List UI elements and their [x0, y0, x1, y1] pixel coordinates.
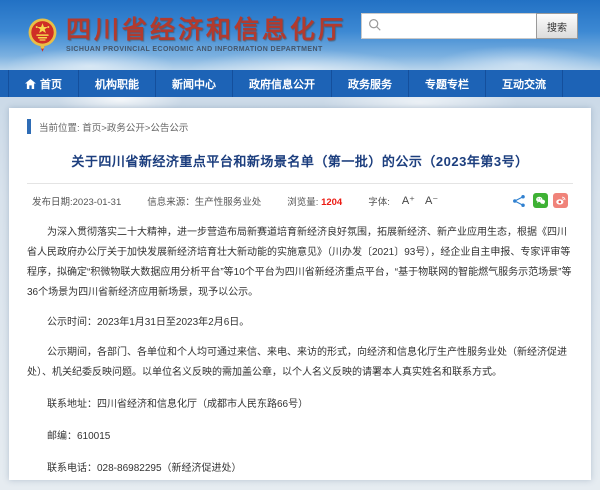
share-group: [512, 193, 568, 208]
nav-item-label: 政府信息公开: [249, 76, 315, 92]
nav-item-services[interactable]: 政务服务: [332, 70, 409, 97]
nav-item-label: 互动交流: [502, 76, 546, 92]
publish-date: 发布日期:2023-01-31: [32, 194, 121, 208]
site-search: 搜索: [361, 13, 578, 39]
nav-item-label: 新闻中心: [172, 76, 216, 92]
font-size-label: 字体:: [368, 194, 390, 208]
nav-item-interaction[interactable]: 互动交流: [486, 70, 563, 97]
home-icon: [25, 79, 36, 89]
article-paragraph: 为深入贯彻落实二十大精神，进一步营造布局新赛道培育新经济良好氛围，拓展新经济、新…: [27, 223, 573, 303]
nav-item-news[interactable]: 新闻中心: [156, 70, 233, 97]
main-nav: 首页 机构职能 新闻中心 政府信息公开 政务服务 专题专栏 互动交流: [0, 70, 600, 97]
info-source: 信息来源：生产性服务业处: [147, 194, 261, 208]
nav-item-label: 专题专栏: [425, 76, 469, 92]
publish-date-label: 发布日期:: [32, 197, 73, 208]
contact-address: 联系地址：四川省经济和信息化厅（成都市人民东路66号）: [27, 395, 573, 415]
nav-item-label: 首页: [40, 76, 62, 92]
breadcrumb: 当前位置: 首页>政务公开>公告公示: [27, 119, 573, 134]
wechat-share-icon[interactable]: [533, 193, 548, 208]
article-body: 为深入贯彻落实二十大精神，进一步营造布局新赛道培育新经济良好氛围，拓展新经济、新…: [27, 223, 573, 479]
share-icon[interactable]: [512, 194, 526, 208]
content-card: 当前位置: 首页>政务公开>公告公示 关于四川省新经济重点平台和新场景名单（第一…: [9, 108, 591, 480]
site-subtitle: SICHUAN PROVINCIAL ECONOMIC AND INFORMAT…: [66, 46, 346, 53]
article-paragraph: 公示时间：2023年1月31日至2023年2月6日。: [27, 313, 573, 333]
nav-item-topics[interactable]: 专题专栏: [409, 70, 486, 97]
site-title: 四川省经济和信息化厅: [66, 18, 346, 43]
font-smaller-button[interactable]: A⁻: [425, 194, 438, 207]
article-paragraph: 公示期间，各部门、各单位和个人均可通过来信、来电、来访的形式，向经济和信息化厅生…: [27, 343, 573, 383]
search-input[interactable]: [361, 13, 536, 39]
search-button[interactable]: 搜索: [536, 13, 578, 39]
nav-item-gov-info[interactable]: 政府信息公开: [233, 70, 332, 97]
nav-item-label: 机构职能: [95, 76, 139, 92]
contact-postcode: 邮编：610015: [27, 427, 573, 447]
breadcrumb-label: 当前位置:: [39, 120, 80, 134]
title-divider: [27, 183, 573, 184]
search-icon: [368, 18, 382, 32]
nav-item-label: 政务服务: [348, 76, 392, 92]
article-meta: 发布日期:2023-01-31 信息来源：生产性服务业处 浏览量: 1204 字…: [27, 193, 573, 208]
font-larger-button[interactable]: A⁺: [402, 194, 415, 207]
publish-date-value: 2023-01-31: [73, 197, 122, 208]
view-count-value: 1204: [321, 197, 342, 208]
article-title: 关于四川省新经济重点平台和新场景名单（第一批）的公示（2023年第3号）: [27, 151, 573, 170]
nav-item-org[interactable]: 机构职能: [79, 70, 156, 97]
contact-phone: 联系电话：028-86982295（新经济促进处）: [27, 459, 573, 479]
site-logo[interactable]: 四川省经济和信息化厅 SICHUAN PROVINCIAL ECONOMIC A…: [27, 17, 346, 54]
info-source-value: 生产性服务业处: [195, 197, 262, 208]
info-source-label: 信息来源：: [147, 197, 195, 208]
view-count: 浏览量: 1204: [287, 194, 342, 208]
site-header: 四川省经济和信息化厅 SICHUAN PROVINCIAL ECONOMIC A…: [0, 0, 600, 70]
view-count-label: 浏览量:: [287, 197, 318, 208]
nav-item-home[interactable]: 首页: [8, 70, 79, 97]
breadcrumb-accent-bar: [27, 119, 31, 134]
weibo-share-icon[interactable]: [553, 193, 568, 208]
national-emblem-icon: [27, 17, 58, 54]
breadcrumb-path[interactable]: 首页>政务公开>公告公示: [82, 120, 188, 134]
